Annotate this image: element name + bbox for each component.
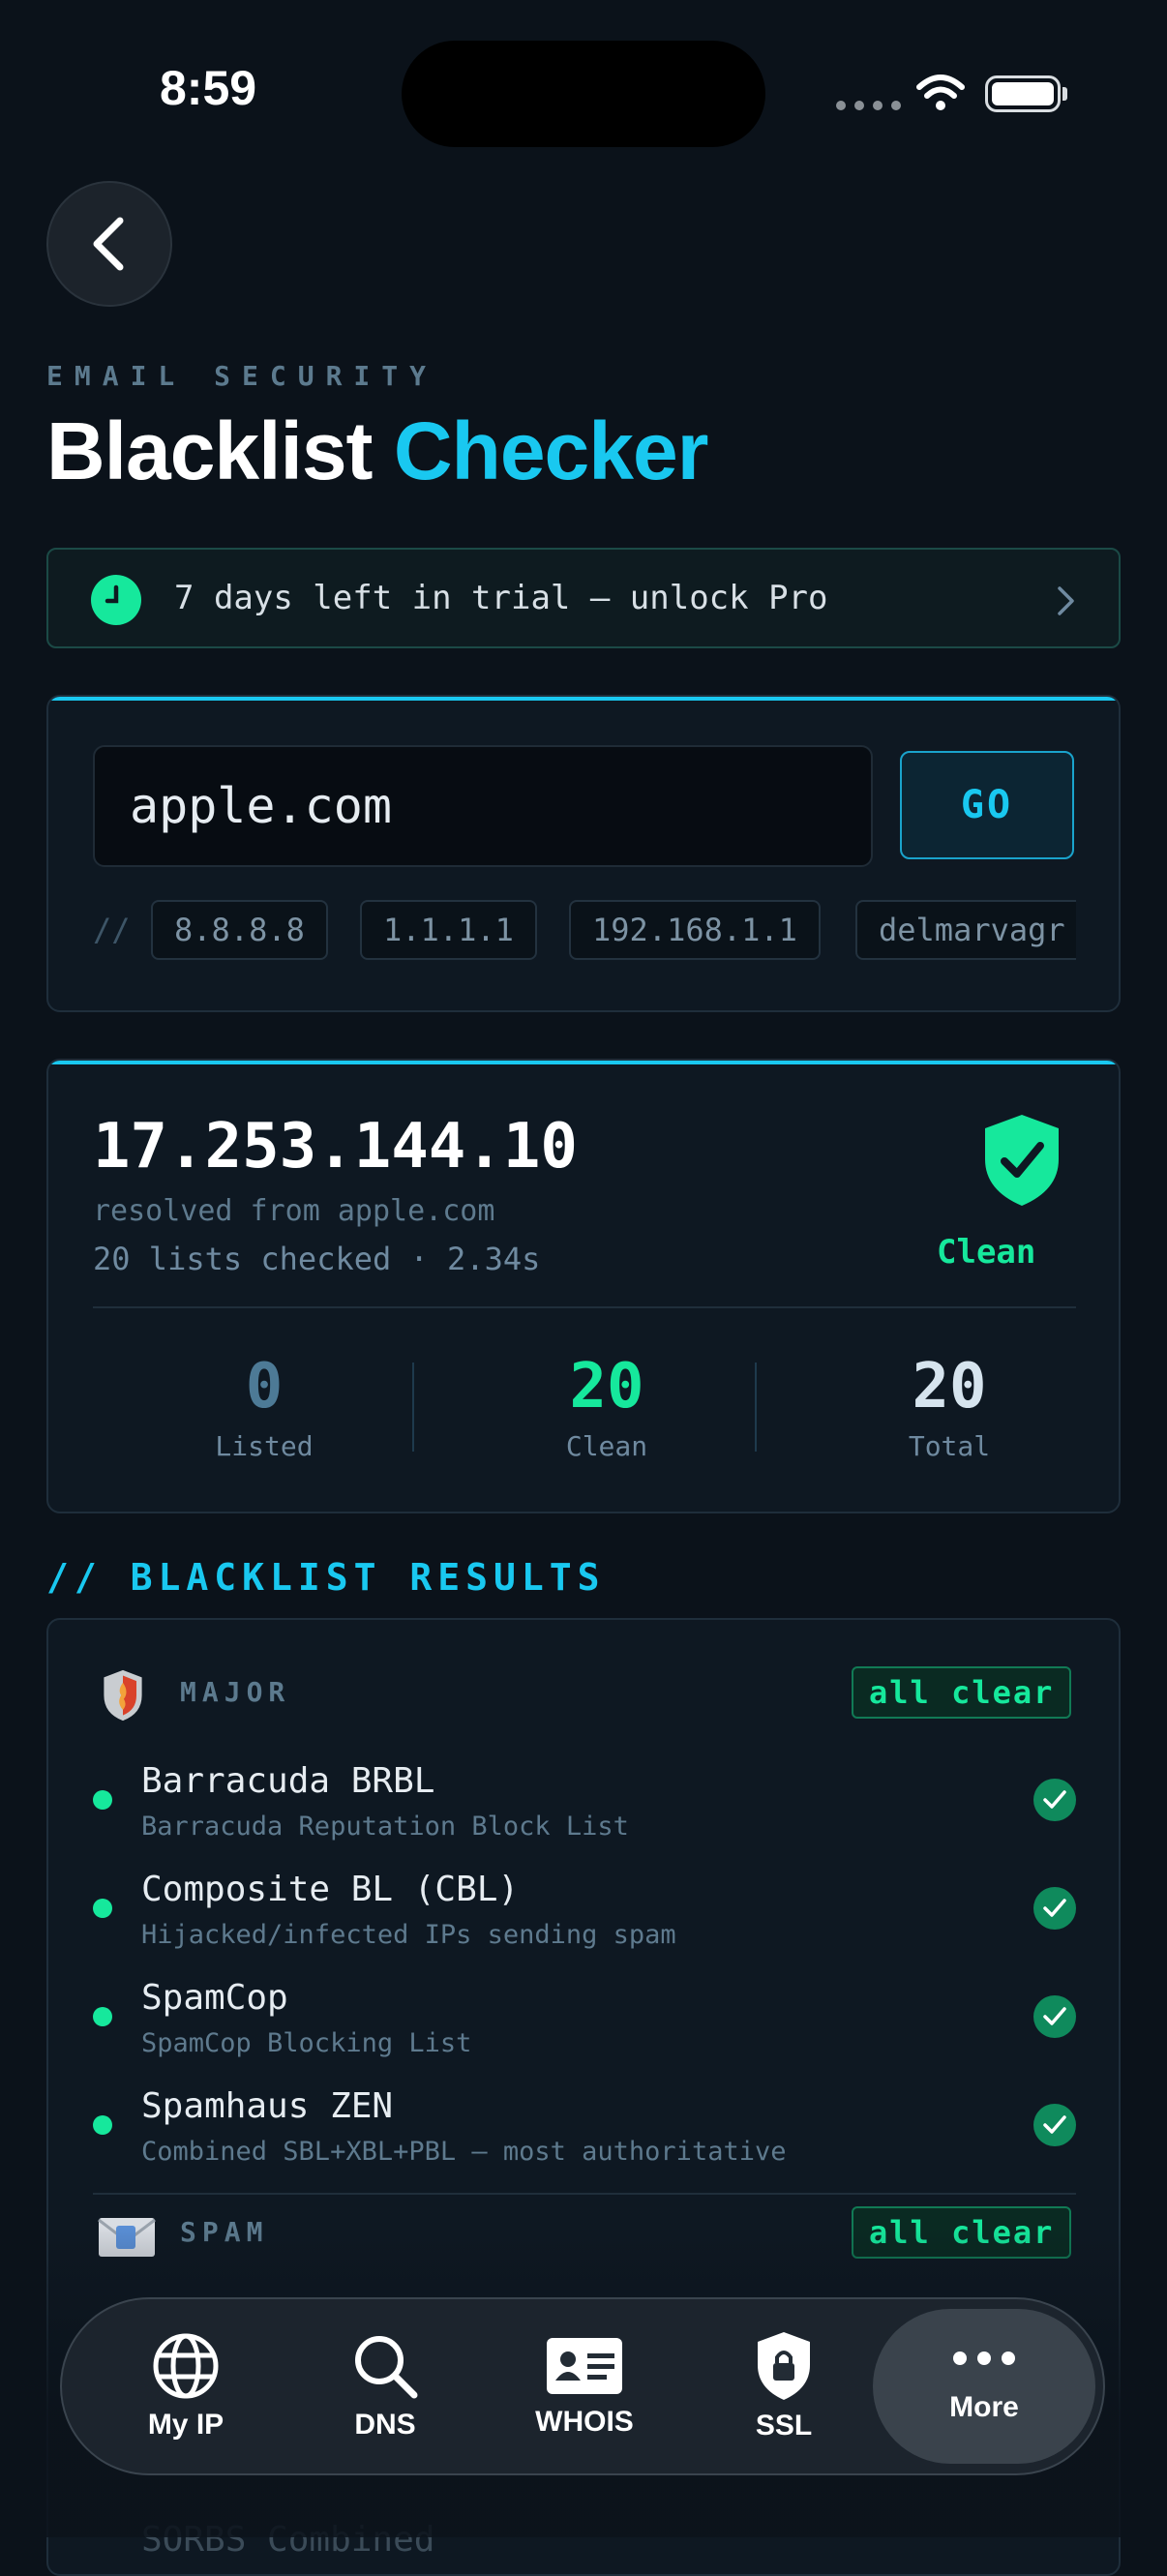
list-item[interactable]: Composite BL (CBL) Hijacked/infected IPs… [93,1870,1076,1974]
stat-clean: 20 Clean [435,1351,778,1462]
stat-total-value: 20 [912,1351,987,1423]
more-icon [953,2351,1015,2365]
status-label: Clean [937,1233,1036,1272]
group-name-major: MAJOR [180,1676,291,1708]
stat-clean-value: 20 [569,1351,644,1423]
status-time: 8:59 [160,61,257,115]
stat-clean-label: Clean [565,1430,648,1462]
status-dot [93,2007,112,2026]
list-item[interactable]: SpamCop SpamCop Blocking List [93,1978,1076,2082]
check-icon [1033,1887,1076,1930]
tab-label: More [949,2391,1019,2423]
tab-whois[interactable]: WHOIS [488,2299,681,2473]
title-main: Blacklist [46,405,374,496]
dynamic-island [402,41,765,147]
status-dot [93,1790,112,1810]
list-name: Spamhaus ZEN [141,2086,394,2126]
clock-icon [91,575,141,625]
list-name: Barracuda BRBL [141,1761,435,1801]
globe-icon [153,2333,219,2399]
stat-separator [412,1363,414,1452]
chip-delmarvagr[interactable]: delmarvagr [855,900,1076,960]
resolved-from: resolved from apple.com [93,1194,495,1228]
stat-total: 20 Total [778,1351,1119,1462]
trial-text: 7 days left in trial — unlock Pro [174,579,828,617]
trial-banner[interactable]: 7 days left in trial — unlock Pro [46,548,1121,648]
list-desc: Combined SBL+XBL+PBL — most authoritativ… [141,2137,787,2167]
tab-dns[interactable]: DNS [288,2299,482,2473]
list-item[interactable]: Spamhaus ZEN Combined SBL+XBL+PBL — most… [93,2086,1076,2191]
tab-bar: My IP DNS WHOIS SSL More [60,2297,1105,2475]
status-badge: all clear [852,1666,1072,1719]
go-button[interactable]: GO [900,751,1074,859]
page-title: Blacklist Checker [46,404,709,498]
list-desc: Hijacked/infected IPs sending spam [141,1920,676,1950]
tab-label: SSL [755,2410,813,2441]
section-title: // BLACKLIST RESULTS [46,1556,606,1599]
group-divider [93,2193,1076,2195]
stat-listed-label: Listed [215,1430,314,1462]
list-item[interactable]: Barracuda BRBL Barracuda Reputation Bloc… [93,1761,1076,1866]
divider [93,1306,1076,1308]
tab-label: My IP [147,2409,224,2441]
quick-chips: // 8.8.8.8 1.1.1.1 192.168.1.1 delmarvag… [93,900,1076,964]
check-icon [1033,2104,1076,2146]
battery-cap [1062,87,1067,101]
shield-flame-icon [104,1669,142,1722]
chip-8-8-8-8[interactable]: 8.8.8.8 [151,900,328,960]
chips-prefix: // [93,912,131,948]
tab-label: DNS [354,2409,416,2441]
title-accent: Checker [393,405,709,496]
tab-label: WHOIS [535,2406,634,2438]
chip-192-168-1-1[interactable]: 192.168.1.1 [569,900,821,960]
chevron-right-icon [1058,586,1074,615]
chip-1-1-1-1[interactable]: 1.1.1.1 [360,900,537,960]
status-dot [93,2115,112,2135]
check-icon [1033,1995,1076,2038]
stat-total-label: Total [908,1430,991,1462]
stat-listed: 0 Listed [93,1351,435,1462]
list-name: SpamCop [141,1978,288,2018]
resolved-ip: 17.253.144.10 [93,1111,578,1183]
lists-checked: 20 lists checked · 2.34s [93,1241,541,1277]
back-button[interactable] [46,181,172,307]
list-desc: Barracuda Reputation Block List [141,1812,629,1842]
lock-shield-icon [758,2332,810,2400]
cellular-signal-icon [836,101,901,110]
list-name: Composite BL (CBL) [141,1870,520,1909]
stat-separator [755,1363,757,1452]
tab-my-ip[interactable]: My IP [89,2299,283,2473]
chevron-left-icon [93,217,124,271]
search-card: apple.com GO // 8.8.8.8 1.1.1.1 192.168.… [46,695,1121,1012]
stat-listed-value: 0 [245,1351,284,1423]
battery-icon [985,75,1061,112]
domain-input[interactable]: apple.com [93,745,873,867]
page-eyebrow: EMAIL SECURITY [46,360,438,392]
result-card: 17.253.144.10 resolved from apple.com 20… [46,1059,1121,1513]
tab-ssl[interactable]: SSL [687,2299,881,2473]
tab-more[interactable]: More [873,2309,1095,2464]
search-icon [355,2336,418,2399]
shield-check-icon [985,1115,1059,1206]
status-dot [93,1899,112,1918]
id-card-icon [547,2338,622,2394]
check-icon [1033,1779,1076,1821]
list-desc: SpamCop Blocking List [141,2028,472,2058]
wifi-icon [916,75,965,110]
